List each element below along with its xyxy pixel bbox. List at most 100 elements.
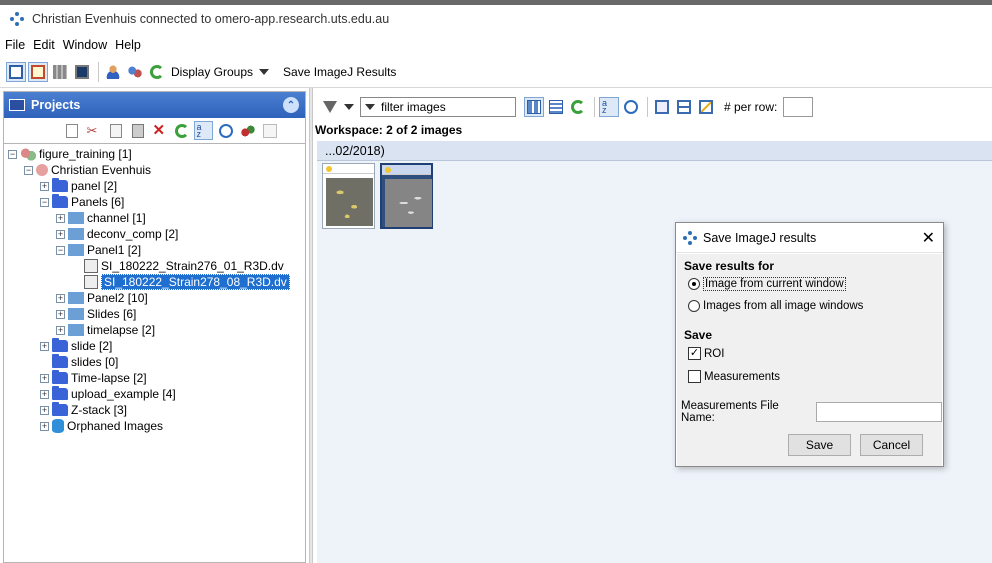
- history-icon[interactable]: [621, 97, 641, 117]
- annotate-icon[interactable]: [28, 62, 48, 82]
- folder-icon: [52, 354, 68, 368]
- import-icon[interactable]: [238, 121, 257, 140]
- expand-icon[interactable]: +: [40, 341, 49, 351]
- refresh-icon[interactable]: [147, 62, 167, 82]
- refresh-icon[interactable]: [172, 121, 191, 140]
- expand-icon[interactable]: +: [40, 389, 49, 399]
- user-icon[interactable]: [103, 62, 123, 82]
- menu-edit[interactable]: Edit: [33, 38, 55, 52]
- grid-icon[interactable]: [50, 62, 70, 82]
- image-thumbnail-selected[interactable]: [380, 163, 433, 229]
- image-thumbnail[interactable]: [322, 163, 375, 229]
- collapse-icon[interactable]: ⌃: [283, 97, 299, 113]
- edit-icon[interactable]: [696, 97, 716, 117]
- per-row-label: # per row:: [724, 100, 778, 114]
- measurements-file-name-label: Measurements File Name:: [681, 400, 779, 424]
- folder-icon: [52, 386, 68, 400]
- panel-splitter[interactable]: [309, 88, 313, 563]
- folder-icon: [52, 402, 68, 416]
- omero-logo-icon: [10, 12, 24, 26]
- thumbnail-view-icon[interactable]: [524, 97, 544, 117]
- collapse-icon[interactable]: −: [56, 245, 65, 255]
- tree-item-label: slide [2]: [71, 339, 113, 353]
- roi-checkbox[interactable]: ✓ ROI: [688, 347, 724, 360]
- display-groups-button[interactable]: Display Groups: [171, 65, 253, 79]
- radio-button-checked[interactable]: [688, 278, 700, 290]
- tree-item[interactable]: + panel [2]: [4, 178, 305, 194]
- collapse-icon[interactable]: −: [8, 149, 17, 159]
- magnify-icon[interactable]: [674, 97, 694, 117]
- tree-item[interactable]: + Slides [6]: [4, 306, 305, 322]
- expand-icon[interactable]: +: [56, 213, 65, 223]
- measurements-checkbox[interactable]: Measurements: [688, 370, 780, 383]
- cut-icon[interactable]: ✂: [84, 121, 103, 140]
- copy-icon[interactable]: [106, 121, 125, 140]
- delete-icon[interactable]: ✕: [150, 121, 169, 140]
- expand-icon[interactable]: +: [40, 405, 49, 415]
- tree-item[interactable]: + Orphaned Images: [4, 418, 305, 434]
- collapse-icon[interactable]: −: [40, 197, 49, 207]
- tree-item[interactable]: slides [0]: [4, 354, 305, 370]
- expand-icon[interactable]: +: [40, 181, 49, 191]
- dialog-title: Save ImageJ results: [703, 230, 817, 245]
- expand-icon[interactable]: +: [40, 373, 49, 383]
- menu-help[interactable]: Help: [115, 38, 141, 52]
- view-icon[interactable]: [6, 62, 26, 82]
- tree-item[interactable]: + slide [2]: [4, 338, 305, 354]
- collapse-icon[interactable]: −: [24, 165, 33, 175]
- expand-icon[interactable]: +: [56, 229, 65, 239]
- tree-item[interactable]: + timelapse [2]: [4, 322, 305, 338]
- sort-icon[interactable]: az: [194, 121, 213, 140]
- tree-item[interactable]: − figure_training [1]: [4, 146, 305, 162]
- dialog-body: Save results for Image from current wind…: [677, 254, 942, 466]
- close-icon[interactable]: ✕: [922, 228, 935, 248]
- per-row-input[interactable]: [783, 97, 814, 117]
- menu-window[interactable]: Window: [63, 38, 107, 52]
- tree-item[interactable]: + channel [1]: [4, 210, 305, 226]
- zoom-icon[interactable]: [652, 97, 672, 117]
- table-view-icon[interactable]: [546, 97, 566, 117]
- folder-icon: [52, 370, 68, 384]
- checkbox-checked[interactable]: ✓: [688, 347, 701, 360]
- filter-icon[interactable]: [320, 97, 340, 117]
- tree-item[interactable]: SI_180222_Strain278_08_R3D.dv: [4, 274, 305, 290]
- folder-icon: [52, 338, 68, 352]
- history-icon[interactable]: [216, 121, 235, 140]
- checkbox[interactable]: [688, 370, 701, 383]
- expand-icon[interactable]: +: [56, 293, 65, 303]
- chevron-down-icon[interactable]: [344, 104, 354, 110]
- tree-item[interactable]: + deconv_comp [2]: [4, 226, 305, 242]
- workspace-tab[interactable]: ...02/2018): [317, 141, 992, 161]
- expand-icon[interactable]: +: [56, 325, 65, 335]
- tree-item[interactable]: − Panel1 [2]: [4, 242, 305, 258]
- tree-item[interactable]: − Panels [6]: [4, 194, 305, 210]
- refresh-icon[interactable]: [568, 97, 588, 117]
- save-button[interactable]: Save: [788, 434, 851, 456]
- expand-icon[interactable]: +: [56, 309, 65, 319]
- minus-icon[interactable]: [260, 121, 279, 140]
- radio-current-window[interactable]: Image from current window: [688, 277, 846, 291]
- group-icon[interactable]: [125, 62, 145, 82]
- menu-file[interactable]: File: [5, 38, 25, 52]
- tree-item[interactable]: SI_180222_Strain276_01_R3D.dv: [4, 258, 305, 274]
- display-icon[interactable]: [72, 62, 92, 82]
- tree-item[interactable]: + Time-lapse [2]: [4, 370, 305, 386]
- new-icon[interactable]: [62, 121, 81, 140]
- save-imagej-results-button[interactable]: Save ImageJ Results: [283, 65, 396, 79]
- cancel-button[interactable]: Cancel: [860, 434, 923, 456]
- radio-all-windows[interactable]: Images from all image windows: [688, 300, 863, 312]
- radio-button[interactable]: [688, 300, 700, 312]
- tree-item[interactable]: + Panel2 [10]: [4, 290, 305, 306]
- tree-item[interactable]: + Z-stack [3]: [4, 402, 305, 418]
- projects-header[interactable]: Projects ⌃: [4, 92, 305, 118]
- measurements-file-name-input[interactable]: [816, 402, 942, 422]
- filter-images-field[interactable]: filter images: [360, 97, 516, 117]
- chevron-down-icon[interactable]: [259, 69, 270, 75]
- sort-icon[interactable]: az: [599, 97, 619, 117]
- tree-item-label: Z-stack [3]: [71, 403, 128, 417]
- chevron-down-icon[interactable]: [365, 104, 375, 110]
- tree-item[interactable]: − Christian Evenhuis: [4, 162, 305, 178]
- paste-icon[interactable]: [128, 121, 147, 140]
- tree-item[interactable]: + upload_example [4]: [4, 386, 305, 402]
- expand-icon[interactable]: +: [40, 421, 49, 431]
